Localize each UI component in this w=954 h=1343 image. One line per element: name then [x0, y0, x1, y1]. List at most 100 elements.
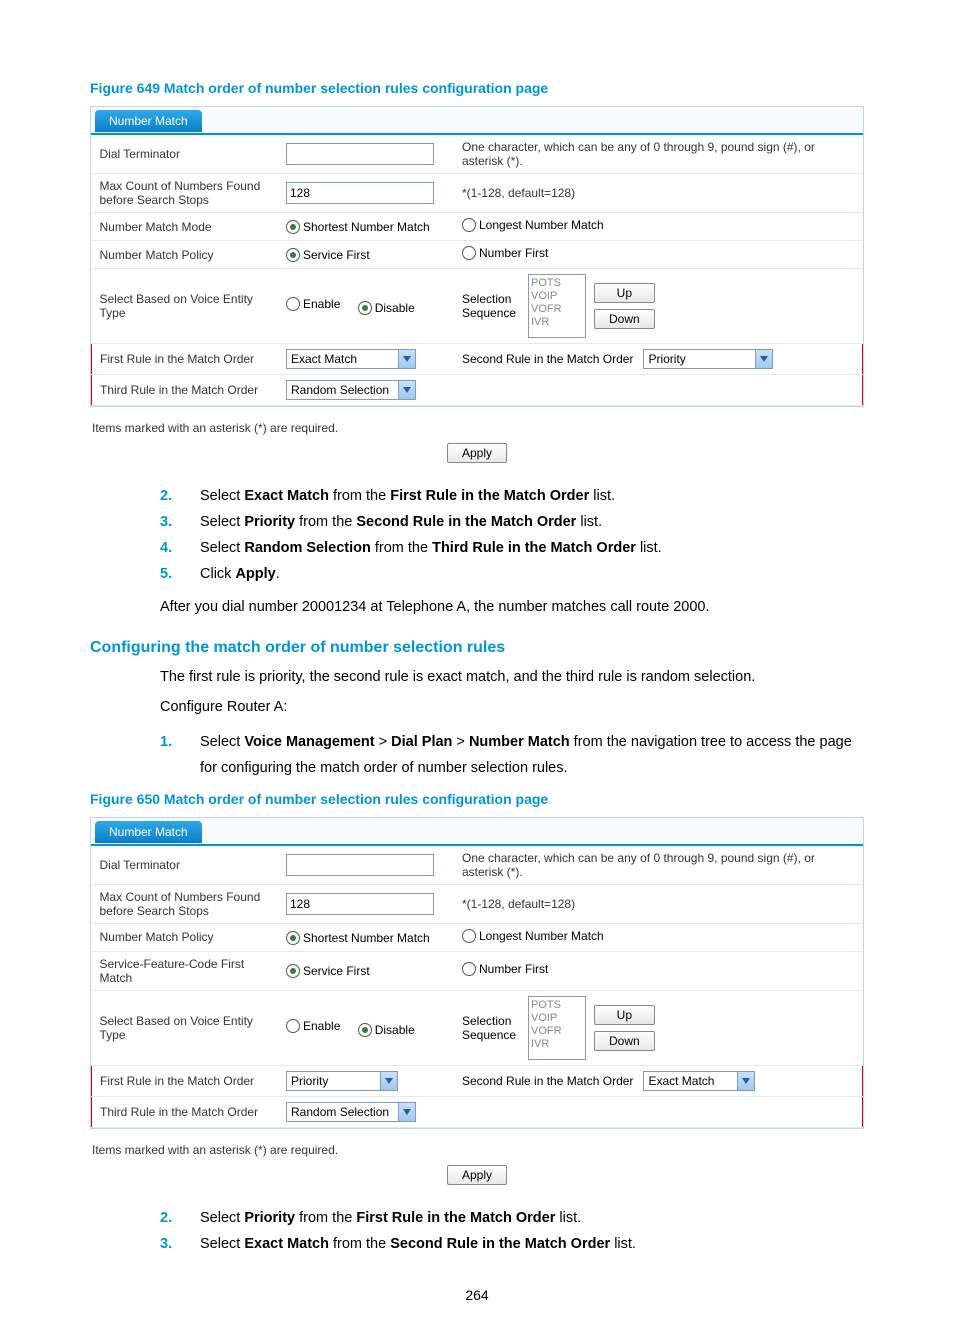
text: >: [375, 734, 392, 750]
enable-radio[interactable]: Enable: [286, 1019, 340, 1033]
max-count-label: Max Count of Numbers Found before Search…: [92, 884, 279, 923]
list-item: 3. Select Exact Match from the Second Rul…: [160, 1231, 864, 1257]
third-rule-value: Random Selection: [287, 1105, 393, 1119]
steps-list-2: 2. Select Priority from the First Rule in…: [160, 1205, 864, 1257]
after-dial-text: After you dial number 20001234 at Teleph…: [160, 597, 864, 619]
step-text: Select Exact Match from the Second Rule …: [200, 1236, 636, 1252]
step-number: 4.: [160, 535, 172, 561]
up-button[interactable]: Up: [594, 283, 655, 303]
text: Dial Plan: [391, 734, 452, 750]
first-rule-dropdown[interactable]: Priority: [286, 1071, 398, 1091]
longest-label: Longest Number Match: [479, 218, 604, 232]
radio-icon: [462, 218, 476, 232]
figure-649-panel: Number Match Dial Terminator One charact…: [90, 106, 864, 407]
dial-terminator-hint: One character, which can be any of 0 thr…: [454, 135, 863, 174]
section-intro: The first rule is priority, the second r…: [160, 667, 864, 689]
number-first-radio[interactable]: Number First: [462, 962, 548, 976]
longest-radio[interactable]: Longest Number Match: [462, 929, 604, 943]
section-title: Configuring the match order of number se…: [90, 639, 864, 657]
number-first-label: Number First: [479, 246, 548, 260]
third-rule-value: Random Selection: [287, 383, 393, 397]
number-first-radio[interactable]: Number First: [462, 246, 548, 260]
list-item: 5. Click Apply.: [160, 561, 864, 587]
radio-icon: [462, 962, 476, 976]
radio-icon: [462, 246, 476, 260]
dial-terminator-input[interactable]: [286, 854, 434, 876]
step-text: Click Apply.: [200, 566, 280, 582]
chevron-down-icon: [398, 350, 415, 368]
disable-label: Disable: [375, 301, 415, 315]
dial-terminator-hint: One character, which can be any of 0 thr…: [454, 846, 863, 885]
dial-terminator-input[interactable]: [286, 143, 434, 165]
step-number: 3.: [160, 1231, 172, 1257]
chevron-down-icon: [398, 381, 415, 399]
chevron-down-icon: [737, 1072, 754, 1090]
dial-terminator-label: Dial Terminator: [92, 846, 279, 885]
first-rule-value: Priority: [287, 1074, 332, 1088]
list-item: 1. Select Voice Management > Dial Plan >…: [160, 729, 864, 781]
list-item: 2.Select Exact Match from the First Rule…: [160, 483, 864, 509]
third-rule-label: Third Rule in the Match Order: [92, 1096, 279, 1127]
step-text: Select Exact Match from the First Rule i…: [200, 488, 615, 504]
text: >: [452, 734, 469, 750]
radio-icon: [462, 929, 476, 943]
chevron-down-icon: [755, 350, 772, 368]
max-count-input[interactable]: [286, 893, 434, 915]
shortest-radio[interactable]: Shortest Number Match: [286, 220, 430, 234]
list-item: 3.Select Priority from the Second Rule i…: [160, 509, 864, 535]
up-button[interactable]: Up: [594, 1005, 655, 1025]
max-count-hint: *(1-128, default=128): [454, 884, 863, 923]
step-text: Select Priority from the First Rule in t…: [200, 1210, 581, 1226]
second-rule-value: Exact Match: [644, 1074, 718, 1088]
apply-button[interactable]: Apply: [447, 443, 507, 463]
tab-number-match[interactable]: Number Match: [95, 110, 202, 132]
down-button[interactable]: Down: [594, 1031, 655, 1051]
apply-button[interactable]: Apply: [447, 1165, 507, 1185]
number-first-label: Number First: [479, 962, 548, 976]
figure-650-panel: Number Match Dial Terminator One charact…: [90, 817, 864, 1129]
third-rule-label: Third Rule in the Match Order: [92, 375, 279, 406]
steps-list-1: 2.Select Exact Match from the First Rule…: [160, 483, 864, 587]
step-text: Select Priority from the Second Rule in …: [200, 514, 602, 530]
text: Select: [200, 734, 244, 750]
step-1-list: 1. Select Voice Management > Dial Plan >…: [160, 729, 864, 781]
max-count-hint: *(1-128, default=128): [454, 174, 863, 213]
seq-label: Selection Sequence: [462, 292, 520, 320]
second-rule-dropdown[interactable]: Priority: [643, 349, 773, 369]
text: Voice Management: [244, 734, 374, 750]
dial-terminator-label: Dial Terminator: [92, 135, 279, 174]
longest-radio[interactable]: Longest Number Match: [462, 218, 604, 232]
step-number: 1.: [160, 729, 172, 755]
radio-icon: [286, 220, 300, 234]
service-first-radio[interactable]: Service First: [286, 248, 370, 262]
page-number: 264: [90, 1287, 864, 1303]
disable-radio[interactable]: Disable: [358, 301, 415, 315]
entity-type-label: Select Based on Voice Entity Type: [92, 990, 279, 1065]
match-mode-label: Number Match Mode: [92, 213, 279, 241]
sequence-listbox[interactable]: POTS VOIP VOFR IVR: [528, 996, 586, 1060]
down-button[interactable]: Down: [594, 309, 655, 329]
shortest-label: Shortest Number Match: [303, 220, 430, 234]
enable-radio[interactable]: Enable: [286, 297, 340, 311]
service-first-label: Service First: [303, 248, 370, 262]
step-number: 2.: [160, 1205, 172, 1231]
first-rule-label: First Rule in the Match Order: [92, 344, 279, 375]
list-item: 4.Select Random Selection from the Third…: [160, 535, 864, 561]
shortest-label: Shortest Number Match: [303, 931, 430, 945]
radio-icon: [286, 248, 300, 262]
max-count-label: Max Count of Numbers Found before Search…: [92, 174, 279, 213]
second-rule-dropdown[interactable]: Exact Match: [643, 1071, 755, 1091]
radio-icon: [286, 297, 300, 311]
first-rule-dropdown[interactable]: Exact Match: [286, 349, 416, 369]
shortest-radio[interactable]: Shortest Number Match: [286, 931, 430, 945]
max-count-input[interactable]: [286, 182, 434, 204]
disable-radio[interactable]: Disable: [358, 1023, 415, 1037]
third-rule-dropdown[interactable]: Random Selection: [286, 1102, 416, 1122]
third-rule-dropdown[interactable]: Random Selection: [286, 380, 416, 400]
second-rule-value: Priority: [644, 352, 689, 366]
service-first-label: Service First: [303, 964, 370, 978]
sequence-listbox[interactable]: POTS VOIP VOFR IVR: [528, 274, 586, 338]
tab-number-match[interactable]: Number Match: [95, 821, 202, 843]
step-number: 5.: [160, 561, 172, 587]
service-first-radio[interactable]: Service First: [286, 964, 370, 978]
